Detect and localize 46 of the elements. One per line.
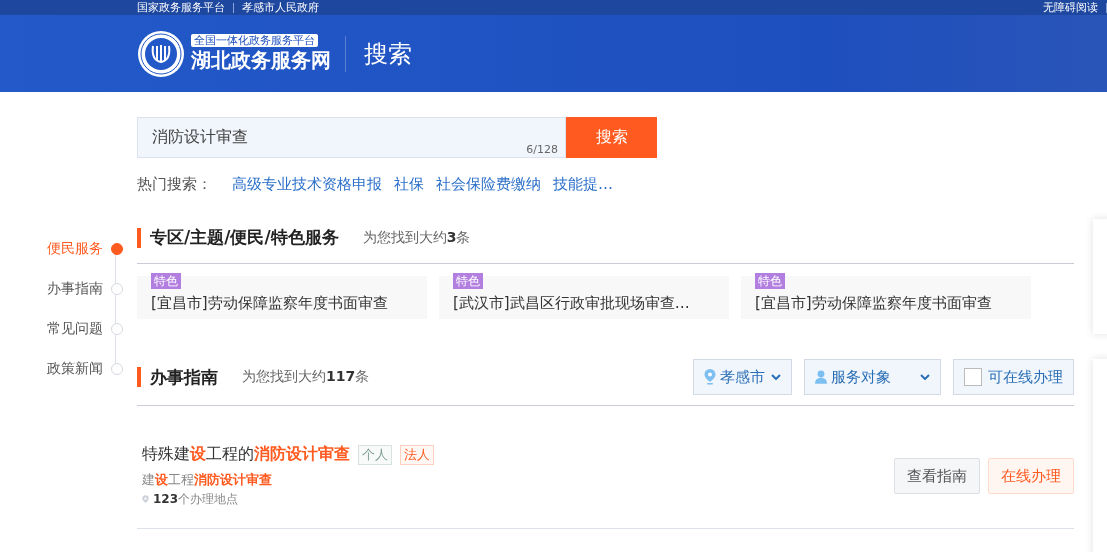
view-guide-button[interactable]: 查看指南	[894, 458, 980, 494]
audience-tag: 法人	[400, 444, 434, 465]
side-nav-item[interactable]: 常见问题	[47, 320, 110, 338]
lyre-emblem-icon[interactable]	[137, 29, 185, 78]
character-counter: 6/128	[526, 143, 558, 156]
card-title: [宜昌市]劳动保障监察年度书面审查	[151, 294, 388, 313]
top-link[interactable]: 孝感市人民政府	[242, 1, 319, 14]
card-title: [武汉市]武昌区行政审批现场审查…	[453, 294, 690, 313]
section-title: 办事指南	[150, 365, 218, 389]
audience-tag: 个人	[358, 444, 392, 465]
section-title: 专区/主题/便民/特色服务	[150, 226, 339, 249]
hot-search-link[interactable]: 高级专业技术资格申报	[232, 175, 382, 194]
service-card[interactable]: 特色 [宜昌市]劳动保障监察年度书面审查	[137, 276, 427, 319]
location-count: 123个办理地点	[153, 491, 239, 508]
hot-search-label: 热门搜索：	[137, 175, 212, 194]
region-filter[interactable]: 孝感市	[693, 359, 792, 395]
person-icon	[815, 369, 827, 385]
hot-search-link[interactable]: 技能提…	[553, 175, 613, 194]
page-title: 搜索	[364, 38, 412, 70]
feature-tag: 特色	[453, 273, 483, 289]
hot-search-link[interactable]: 社会保险费缴纳	[436, 175, 541, 194]
location-pin-icon	[142, 494, 149, 505]
side-nav-item[interactable]: 政策新闻	[47, 360, 110, 378]
side-nav-item[interactable]: 办事指南	[47, 280, 110, 298]
feature-tag: 特色	[755, 273, 785, 289]
hot-search-link[interactable]: 社保	[394, 175, 424, 194]
top-link[interactable]: 无障碍阅读	[1043, 1, 1098, 14]
feature-tag: 特色	[151, 273, 181, 289]
section-marker	[137, 367, 141, 387]
chevron-down-icon	[771, 374, 781, 380]
card-title: [宜昌市]劳动保障监察年度书面审查	[755, 294, 992, 313]
audience-filter[interactable]: 服务对象	[804, 359, 941, 395]
top-link[interactable]: 国家政务服务平台	[137, 1, 225, 14]
result-subtitle: 建设工程消防设计审查	[142, 471, 273, 489]
platform-badge: 全国一体化政务服务平台	[191, 34, 318, 47]
section-marker	[137, 227, 141, 248]
location-pin-icon	[704, 369, 716, 385]
result-count: 为您找到大约3条	[362, 228, 471, 247]
checkbox[interactable]	[964, 368, 982, 386]
result-title[interactable]: 特殊建设工程的消防设计审查	[142, 444, 350, 465]
chevron-down-icon	[920, 374, 930, 380]
result-count: 为您找到大约117条	[242, 368, 370, 386]
timeline-dot	[111, 243, 123, 255]
service-card[interactable]: 特色 [宜昌市]劳动保障监察年度书面审查	[741, 276, 1031, 319]
site-title: 湖北政务服务网	[191, 47, 331, 73]
service-card[interactable]: 特色 [武汉市]武昌区行政审批现场审查…	[439, 276, 729, 319]
